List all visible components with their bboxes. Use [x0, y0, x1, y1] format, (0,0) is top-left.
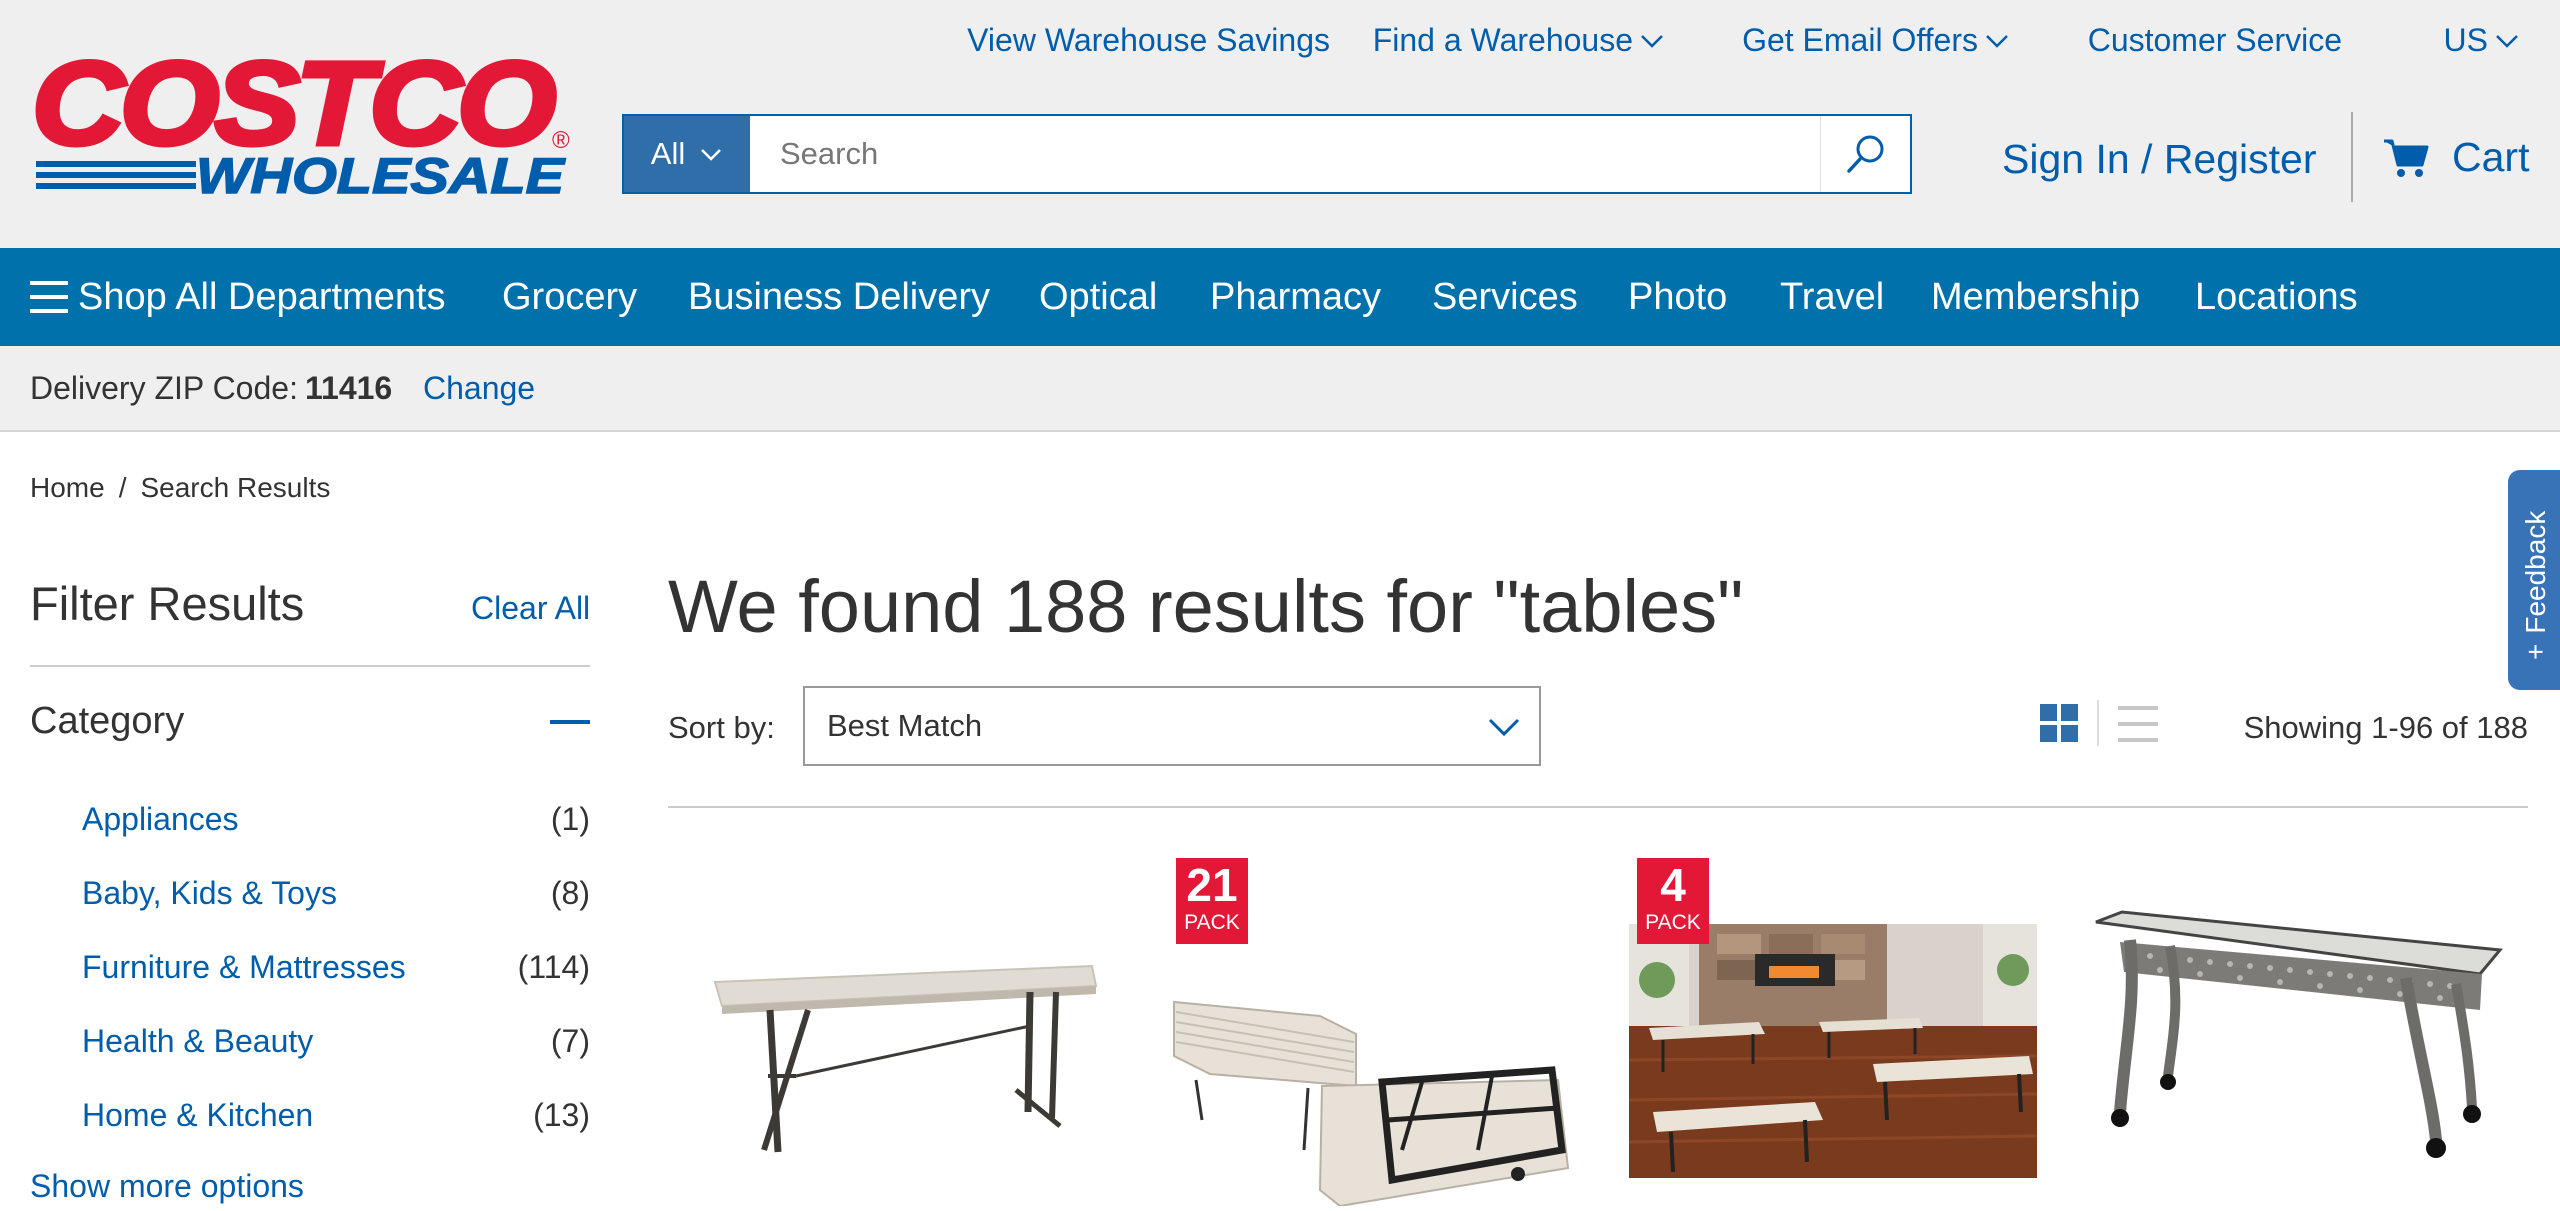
- product-tile[interactable]: [2090, 850, 2510, 1206]
- header-divider: [2351, 112, 2353, 202]
- pack-badge-label: PACK: [1184, 911, 1240, 934]
- search-bar: All: [622, 114, 1912, 194]
- product-tile[interactable]: 21 PACK: [1172, 850, 1572, 1208]
- category-count: (1): [550, 800, 590, 837]
- get-email-offers-link[interactable]: Get Email Offers: [1742, 22, 2010, 59]
- pack-badge-number: 4: [1660, 859, 1686, 911]
- nav-travel[interactable]: Travel: [1780, 248, 1884, 346]
- breadcrumb-separator: /: [118, 472, 127, 503]
- cart-label: Cart: [2452, 134, 2530, 180]
- costco-logo[interactable]: COSTCO ® WHOLESALE: [28, 36, 573, 205]
- category-name: Furniture & Mattresses: [82, 948, 406, 985]
- feedback-tab[interactable]: + Feedback: [2508, 470, 2560, 690]
- product-tile[interactable]: [700, 850, 1120, 1206]
- nav-membership[interactable]: Membership: [1931, 248, 2140, 346]
- pack-badge-label: PACK: [1645, 911, 1701, 934]
- category-option[interactable]: Health & Beauty (7): [82, 1015, 590, 1067]
- nav-services[interactable]: Services: [1432, 248, 1578, 346]
- category-name: Home & Kitchen: [82, 1096, 314, 1133]
- cart-icon: [2384, 139, 2429, 177]
- chevron-down-icon: [701, 149, 722, 161]
- logo-wholesale-text: WHOLESALE: [196, 148, 566, 203]
- feedback-text: + Feedback: [2520, 511, 2552, 660]
- product-image-training-table: [2095, 910, 2503, 1158]
- breadcrumb-home[interactable]: Home: [30, 472, 105, 504]
- category-count: (8): [550, 874, 590, 911]
- sort-by-label: Sort by:: [668, 710, 775, 745]
- nav-business-delivery[interactable]: Business Delivery: [688, 248, 990, 346]
- feedback-plus-icon: +: [2520, 643, 2551, 660]
- nav-pharmacy[interactable]: Pharmacy: [1210, 248, 1381, 346]
- sign-in-register-link[interactable]: Sign In / Register: [2002, 136, 2317, 183]
- chevron-down-icon: [1641, 34, 1663, 48]
- find-warehouse-link[interactable]: Find a Warehouse: [1373, 22, 1665, 59]
- pack-badge-number: 21: [1186, 859, 1238, 911]
- sort-selected-value: Best Match: [827, 708, 983, 743]
- search-category-label: All: [650, 136, 686, 171]
- nav-shop-all-departments[interactable]: Shop All Departments: [30, 248, 446, 346]
- showing-count: Showing 1-96 of 188: [2243, 710, 2528, 745]
- category-heading[interactable]: Category: [30, 700, 184, 743]
- show-more-options-link[interactable]: Show more options: [30, 1168, 304, 1205]
- site-header: COSTCO ® WHOLESALE View Warehouse Saving…: [0, 0, 2560, 248]
- customer-service-label: Customer Service: [2087, 22, 2342, 58]
- country-label: US: [2443, 22, 2488, 58]
- list-view-icon[interactable]: [2118, 706, 2158, 742]
- category-option[interactable]: Home & Kitchen (13): [82, 1089, 590, 1141]
- view-warehouse-savings-label: View Warehouse Savings: [967, 22, 1330, 58]
- country-selector[interactable]: US: [2444, 22, 2520, 59]
- category-count: (114): [517, 948, 590, 985]
- customer-service-link[interactable]: Customer Service: [2088, 22, 2342, 59]
- nav-grocery[interactable]: Grocery: [502, 248, 637, 346]
- grid-view-icon[interactable]: [2040, 704, 2078, 742]
- category-option[interactable]: Furniture & Mattresses (114): [82, 941, 590, 993]
- clear-all-link[interactable]: Clear All: [471, 590, 590, 627]
- filter-divider: [30, 665, 590, 667]
- filter-results-heading: Filter Results: [30, 577, 305, 630]
- results-heading: We found 188 results for "tables": [668, 565, 1744, 648]
- category-name: Baby, Kids & Toys: [82, 874, 337, 911]
- chevron-down-icon: [1488, 718, 1520, 737]
- cart-link[interactable]: Cart: [2382, 134, 2529, 181]
- zip-code: 11416: [305, 370, 393, 406]
- breadcrumb: Home / Search Results: [30, 472, 330, 504]
- breadcrumb-current: Search Results: [140, 472, 331, 503]
- view-warehouse-savings-link[interactable]: View Warehouse Savings: [967, 22, 1330, 59]
- search-icon: [1846, 135, 1883, 173]
- nav-optical[interactable]: Optical: [1039, 248, 1157, 346]
- collapse-minus-icon[interactable]: [550, 720, 590, 724]
- category-option[interactable]: Baby, Kids & Toys (8): [82, 867, 590, 919]
- main-nav: Shop All Departments Grocery Business De…: [0, 248, 2560, 346]
- zip-change-link[interactable]: Change: [423, 370, 535, 407]
- category-count: (7): [550, 1022, 590, 1059]
- results-divider: [668, 806, 2528, 808]
- category-count: (13): [533, 1096, 590, 1133]
- nav-shop-all-label: Shop All Departments: [78, 275, 446, 318]
- get-email-offers-label: Get Email Offers: [1742, 22, 1978, 58]
- chevron-down-icon: [1986, 34, 2008, 48]
- category-name: Appliances: [82, 800, 239, 837]
- category-name: Health & Beauty: [82, 1022, 314, 1059]
- search-button[interactable]: [1820, 116, 1910, 192]
- sort-select[interactable]: Best Match: [803, 686, 1541, 766]
- search-category-dropdown[interactable]: All: [624, 116, 750, 192]
- search-input[interactable]: [750, 116, 1820, 192]
- find-warehouse-label: Find a Warehouse: [1372, 22, 1633, 58]
- view-toggle-divider: [2097, 700, 2099, 746]
- nav-photo[interactable]: Photo: [1628, 248, 1727, 346]
- hamburger-menu-icon: [30, 281, 68, 313]
- delivery-zip-bar: Delivery ZIP Code: 11416 Change: [0, 346, 2560, 432]
- product-tile[interactable]: 4 PACK: [1628, 850, 2038, 1206]
- pack-badge: 4 PACK: [1637, 858, 1709, 944]
- pack-badge: 21 PACK: [1176, 858, 1248, 944]
- feedback-label: Feedback: [2520, 510, 2551, 634]
- product-image-folding-table: [713, 964, 1098, 1153]
- nav-locations[interactable]: Locations: [2195, 248, 2358, 346]
- chevron-down-icon: [2496, 34, 2518, 48]
- zip-label: Delivery ZIP Code:: [30, 370, 298, 406]
- category-option[interactable]: Appliances (1): [82, 793, 590, 845]
